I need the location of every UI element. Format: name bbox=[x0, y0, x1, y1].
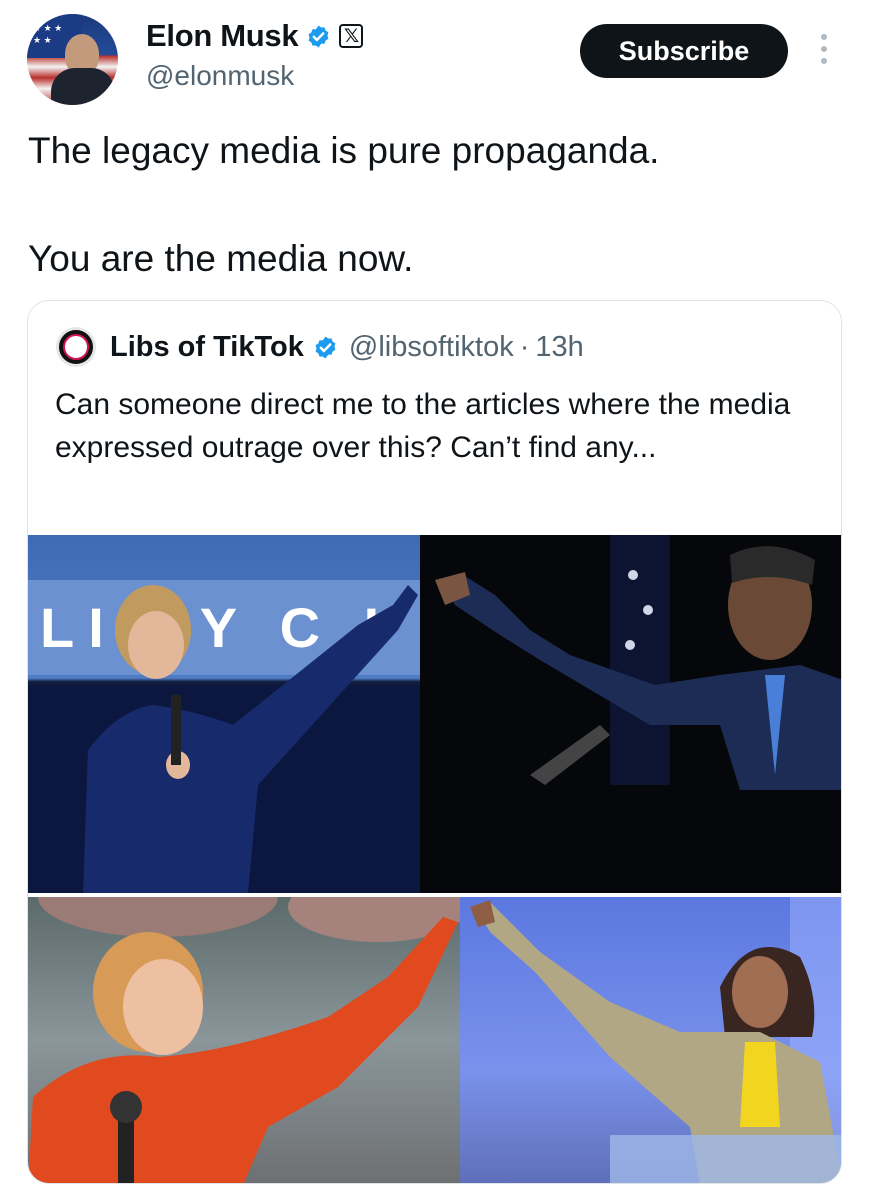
photo-figure bbox=[435, 535, 841, 790]
author-handle[interactable]: @elonmusk bbox=[146, 60, 294, 92]
quoted-avatar-logo bbox=[63, 334, 89, 360]
quoted-author-avatar[interactable] bbox=[56, 327, 96, 367]
avatar-body bbox=[51, 68, 115, 105]
quoted-timestamp[interactable]: 13h bbox=[535, 331, 583, 364]
verified-badge-icon bbox=[308, 25, 329, 47]
quoted-tweet-card[interactable]: Libs of TikTok @libsoftiktok · 13h Can s… bbox=[27, 300, 842, 1184]
collage-photo-top-left[interactable]: LI RY C I bbox=[28, 535, 420, 893]
collage-photo-bottom-left[interactable] bbox=[28, 897, 460, 1183]
separator-dot: · bbox=[519, 330, 530, 363]
quoted-tweet-text: Can someone direct me to the articles wh… bbox=[55, 388, 791, 464]
photo-figure bbox=[28, 585, 420, 893]
tweet-text-line-1: The legacy media is pure propaganda. bbox=[28, 130, 660, 171]
collage-photo-bottom-right[interactable] bbox=[460, 897, 841, 1183]
tweet-text-line-2: You are the media now. bbox=[28, 238, 414, 279]
author-name[interactable]: Elon Musk bbox=[146, 18, 299, 54]
collage-photo-top-right[interactable] bbox=[420, 535, 841, 893]
photo-figure bbox=[28, 897, 460, 1183]
more-options-icon[interactable] bbox=[816, 34, 832, 70]
quoted-author-handle[interactable]: @libsoftiktok bbox=[349, 331, 514, 364]
author-avatar[interactable] bbox=[27, 14, 118, 105]
subscribe-button[interactable]: Subscribe bbox=[580, 24, 788, 78]
quoted-tweet-header: Libs of TikTok @libsoftiktok · 13h bbox=[56, 327, 584, 367]
x-logo-icon: 𝕏 bbox=[339, 24, 364, 48]
verified-badge-icon bbox=[315, 336, 336, 358]
photo-figure bbox=[470, 897, 841, 1183]
quoted-author-name[interactable]: Libs of TikTok bbox=[110, 331, 304, 364]
author-name-row[interactable]: Elon Musk 𝕏 bbox=[146, 18, 364, 54]
